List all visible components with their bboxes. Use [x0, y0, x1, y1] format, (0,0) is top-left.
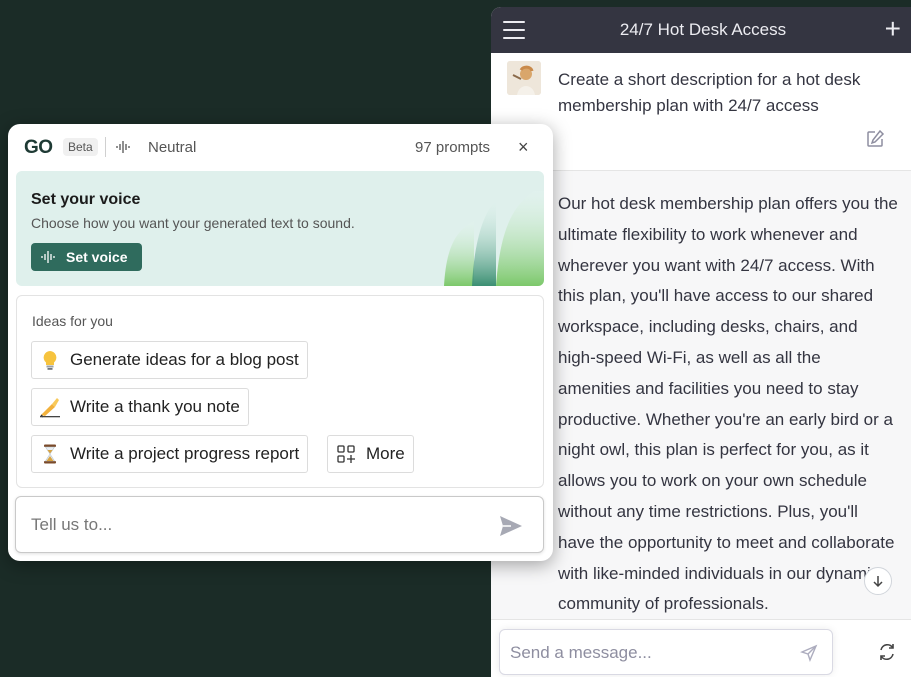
new-chat-icon[interactable]: + — [885, 15, 901, 43]
go-panel: GO Beta Neutral 97 prompts × Set your vo… — [8, 124, 553, 561]
lightbulb-icon — [38, 348, 62, 372]
writing-hand-icon — [38, 395, 62, 419]
message-input[interactable] — [510, 643, 800, 663]
tell-us-box — [15, 496, 544, 553]
idea-progress-report[interactable]: Write a project progress report — [31, 435, 309, 473]
divider — [105, 137, 106, 157]
user-message-text: Create a short description for a hot des… — [558, 70, 861, 115]
send-icon[interactable] — [800, 644, 818, 662]
idea-thank-you-note[interactable]: Write a thank you note — [31, 388, 249, 426]
avatar — [507, 61, 541, 95]
go-logo: GO — [24, 137, 53, 158]
hourglass-icon — [38, 442, 62, 466]
user-message: Create a short description for a hot des… — [491, 53, 911, 171]
arrow-down-icon — [873, 576, 883, 588]
ideas-panel: Ideas for you Generate ideas for a blog … — [16, 295, 544, 488]
idea-label: Write a thank you note — [70, 397, 240, 416]
close-icon[interactable]: × — [518, 137, 529, 158]
more-ideas-button[interactable]: More — [327, 435, 414, 473]
idea-blog-post[interactable]: Generate ideas for a blog post — [31, 341, 308, 379]
set-voice-card: Set your voice Choose how you want your … — [16, 171, 544, 286]
voice-label[interactable]: Neutral — [148, 139, 196, 156]
voice-wave-icon — [41, 251, 55, 263]
ideas-label: Ideas for you — [32, 313, 113, 329]
send-icon[interactable] — [499, 515, 523, 537]
beta-badge: Beta — [63, 138, 98, 156]
regenerate-icon[interactable] — [877, 642, 897, 662]
go-header: GO Beta Neutral 97 prompts × — [8, 124, 553, 170]
prompts-count: 97 prompts — [415, 139, 491, 156]
set-voice-title: Set your voice — [31, 191, 141, 208]
chat-header: 24/7 Hot Desk Access + — [491, 7, 911, 53]
decorative-graphic — [444, 191, 544, 286]
idea-label: Generate ideas for a blog post — [70, 350, 299, 369]
apps-plus-icon — [334, 442, 358, 466]
tell-us-input[interactable] — [31, 515, 471, 535]
edit-icon[interactable] — [865, 129, 885, 149]
voice-wave-icon[interactable] — [116, 139, 133, 155]
set-voice-button[interactable]: Set voice — [31, 243, 142, 271]
chat-footer — [491, 619, 911, 677]
menu-icon[interactable] — [503, 21, 525, 39]
assistant-message-text: Our hot desk membership plan offers you … — [558, 194, 898, 614]
chat-title: 24/7 Hot Desk Access — [619, 20, 787, 39]
assistant-message: Our hot desk membership plan offers you … — [491, 171, 911, 619]
idea-label: Write a project progress report — [70, 444, 300, 463]
set-voice-subtitle: Choose how you want your generated text … — [31, 215, 355, 231]
chat-window: 24/7 Hot Desk Access + Create a short de… — [491, 7, 911, 677]
message-box — [499, 629, 833, 675]
set-voice-button-label: Set voice — [66, 249, 128, 265]
scroll-down-button[interactable] — [864, 567, 892, 595]
idea-label: More — [366, 444, 405, 463]
